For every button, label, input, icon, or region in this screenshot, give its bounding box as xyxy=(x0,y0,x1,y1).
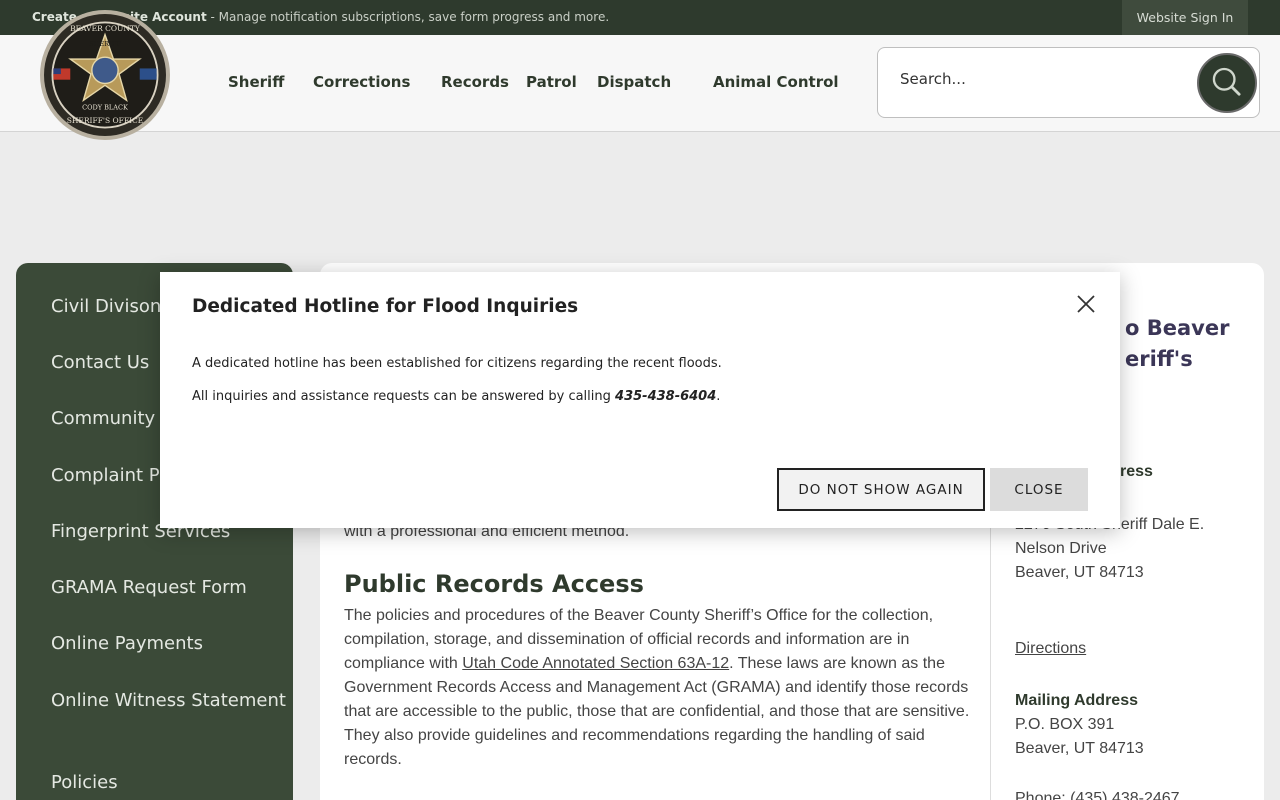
logo-text-top: BEAVER COUNTY xyxy=(70,24,141,33)
modal-overlay: Dedicated Hotline for Flood Inquiries A … xyxy=(0,0,1280,800)
dialog-line-2: All inquiries and assistance requests ca… xyxy=(192,389,721,404)
logo-text-mid: SHERIFF xyxy=(89,40,121,48)
dialog-line-1: A dedicated hotline has been established… xyxy=(192,356,722,371)
do-not-show-again-button[interactable]: DO NOT SHOW AGAIN xyxy=(777,468,985,511)
flood-hotline-dialog: Dedicated Hotline for Flood Inquiries A … xyxy=(160,272,1120,528)
dialog-title: Dedicated Hotline for Flood Inquiries xyxy=(192,296,579,317)
hotline-phone-number: 435-438-6404 xyxy=(615,389,717,404)
dialog-close-button[interactable] xyxy=(1074,292,1098,316)
close-icon xyxy=(1077,295,1095,313)
logo-text-bottom: SHERIFF'S OFFICE xyxy=(67,116,144,125)
close-button[interactable]: CLOSE xyxy=(990,468,1088,511)
logo-text-name: CODY BLACK xyxy=(82,104,128,112)
badge-icon: BEAVER COUNTY SHERIFF CODY BLACK SHERIFF… xyxy=(51,21,159,129)
sheriff-badge-logo[interactable]: BEAVER COUNTY SHERIFF CODY BLACK SHERIFF… xyxy=(40,10,170,140)
